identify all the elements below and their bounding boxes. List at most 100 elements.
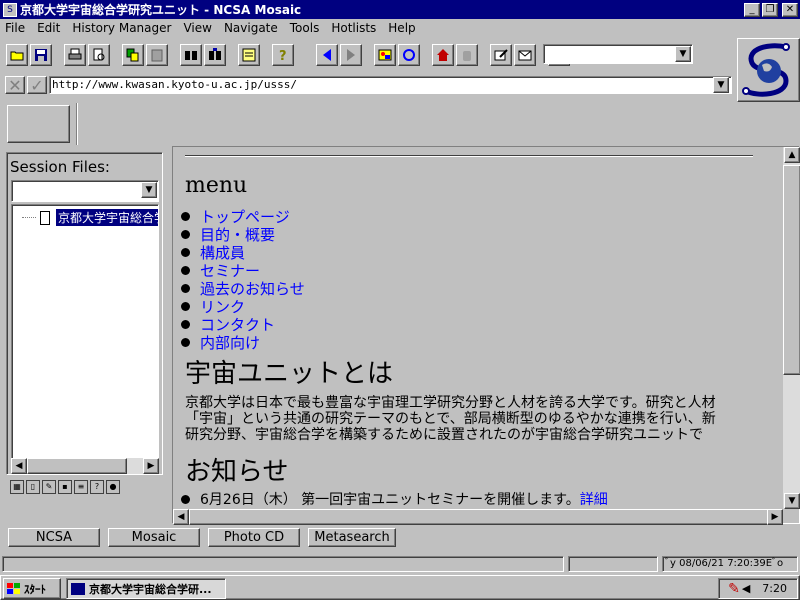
metasearch-button[interactable]: Metasearch [308,528,396,547]
content-vertical-scrollbar[interactable]: ▲ ▼ [783,147,800,509]
list-item: コンタクト [181,315,305,334]
scroll-up-icon[interactable]: ▲ [784,147,800,163]
content-horizontal-scrollbar[interactable]: ◀ ▶ [173,509,783,525]
session-horizontal-scrollbar[interactable]: ◀ ▶ [11,458,159,474]
arrow-right-icon [347,49,355,61]
session-files-label: Session Files: [10,158,110,176]
folder-icon [10,51,24,61]
question-icon: ? [279,49,287,62]
news-item-text: 6月26日（木） 第一回宇宙ユニットセミナーを開催します。 [200,492,580,508]
confirm-url-button[interactable]: ✓ [27,75,47,95]
menu-help[interactable]: Help [382,21,421,35]
menu-file[interactable]: File [0,21,31,35]
copy-button[interactable] [122,44,144,66]
scroll-right-icon[interactable]: ▶ [143,458,159,474]
speaker-icon[interactable]: ◀ [742,582,750,595]
x-icon: ✕ [8,75,22,95]
document-info-button[interactable] [238,44,260,66]
tree-item[interactable]: 京都大学宇宙総合学研究ユニット [22,209,158,226]
annotate-button[interactable] [490,44,512,66]
paste-button[interactable] [146,44,168,66]
print-preview-button[interactable] [88,44,110,66]
list-item: 目的・概要 [181,225,305,244]
quick-link-bar: NCSA Mosaic Photo CD Metasearch [0,527,800,549]
list-item: リンク [181,297,305,316]
mail-button[interactable] [514,44,536,66]
taskbar-item-mosaic[interactable]: 京都大学宇宙総合学研... [66,578,226,599]
blank-toolbar-button[interactable] [7,105,70,143]
menu-navigate[interactable]: Navigate [218,21,284,35]
page-content: menu トップページ 目的・概要 構成員 セミナー 過去のお知らせ リンク コ… [173,147,783,509]
save-icon[interactable]: ▪ [58,480,72,494]
globe-icon[interactable]: ● [106,480,120,494]
scroll-thumb[interactable] [27,458,127,474]
close-button[interactable]: ✕ [782,2,798,17]
menu-hotlists[interactable]: Hotlists [325,21,382,35]
session-files-dropdown[interactable]: ▼ [11,180,159,202]
start-button[interactable]: ｽﾀｰﾄ [3,578,61,599]
url-input[interactable]: http://www.kwasan.kyoto-u.ac.jp/usss/ [49,76,732,94]
hotlist-dropdown[interactable]: ▼ [543,44,693,64]
help-button[interactable]: ? [272,44,294,66]
about-line: 京都大学は日本で最も豊富な宇宙理工学研究分野と人材を誇る大学です。研究と人材 [185,395,716,411]
pencil-note-icon [494,49,508,61]
check-icon: ✓ [30,75,44,95]
pen-icon[interactable]: ✎ [728,581,740,597]
load-images-button[interactable] [374,44,396,66]
open-folder-button[interactable] [6,44,28,66]
link-internal[interactable]: 内部向け [200,332,260,353]
menu-edit[interactable]: Edit [31,21,66,35]
scroll-left-icon[interactable]: ◀ [11,458,27,474]
cancel-url-button[interactable]: ✕ [5,75,25,95]
mosaic-app-icon[interactable]: S [3,2,17,17]
tree-item-label: 京都大学宇宙総合学研究ユニット [56,209,158,226]
session-tree[interactable]: 京都大学宇宙総合学研究ユニット [11,204,159,474]
minimize-button[interactable]: _ [744,2,760,17]
url-history-dropdown[interactable]: ▼ [713,77,729,93]
menu-tools[interactable]: Tools [284,21,326,35]
menu-view[interactable]: View [177,21,217,35]
home-button[interactable] [432,44,454,66]
save-button[interactable] [30,44,52,66]
tray-clock[interactable]: 7:20 [762,582,787,595]
address-bar: ✕ ✓ http://www.kwasan.kyoto-u.ac.jp/usss… [0,73,735,97]
back-button[interactable] [316,44,338,66]
stop-button[interactable] [456,44,478,66]
reload-icon [403,49,415,61]
help-icon[interactable]: ? [90,480,104,494]
list-item: 内部向け [181,332,305,353]
windows-logo-icon [7,582,20,594]
ncsa-button[interactable]: NCSA [8,528,100,547]
mosaic-button[interactable]: Mosaic [108,528,200,547]
scroll-thumb[interactable] [189,509,769,525]
scroll-thumb[interactable] [783,165,800,375]
news-detail-link[interactable]: 詳細 [580,489,608,509]
title-bar: S 京都大学宇宙総合学研究ユニット - NCSA Mosaic _ ❐ ✕ [0,0,800,19]
new-document-icon[interactable]: ▯ [26,480,40,494]
dropdown-arrow-icon[interactable]: ▼ [141,182,157,198]
find-next-button[interactable] [204,44,226,66]
note-icon[interactable]: ≡ [74,480,88,494]
tree-icon[interactable]: ▦ [10,480,24,494]
menu-history-manager[interactable]: History Manager [66,21,177,35]
find-button[interactable] [180,44,202,66]
mosaic-logo[interactable] [737,38,800,102]
delete-icon[interactable]: ✎ [42,480,56,494]
printer-icon [68,48,82,60]
status-message [2,556,564,572]
bullet-icon [181,319,190,329]
forward-button[interactable] [340,44,362,66]
svg-text:?: ? [279,49,287,62]
restore-button[interactable]: ❐ [762,2,778,17]
bullet-icon [181,283,190,293]
scroll-down-icon[interactable]: ▼ [784,493,800,509]
reload-button[interactable] [398,44,420,66]
session-panel: Session Files: ▼ 京都大学宇宙総合学研究ユニット ◀ ▶ [6,152,163,475]
print-button[interactable] [64,44,86,66]
bullet-icon [181,265,190,275]
session-tools: ▦ ▯ ✎ ▪ ≡ ? ● [10,480,120,494]
photo-cd-button[interactable]: Photo CD [208,528,300,547]
scroll-right-icon[interactable]: ▶ [767,509,783,525]
dropdown-arrow-icon[interactable]: ▼ [675,46,691,62]
scroll-left-icon[interactable]: ◀ [173,509,189,525]
